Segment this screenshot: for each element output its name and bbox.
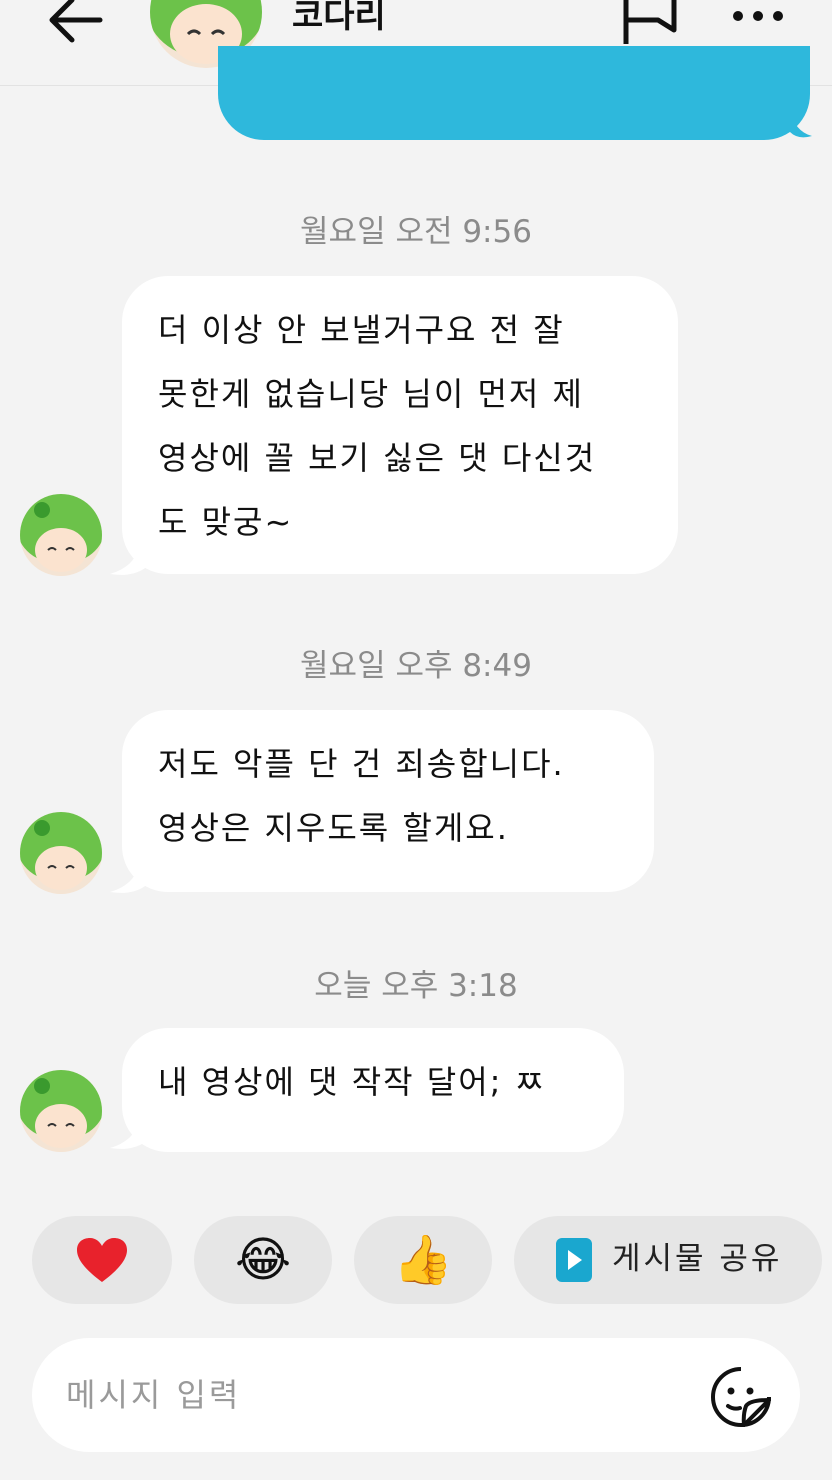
laughing-icon: 😂 <box>234 1232 292 1288</box>
arrow-left-icon[interactable] <box>40 0 110 46</box>
message-input[interactable] <box>66 1366 706 1424</box>
received-message-bubble[interactable]: 내 영상에 댓 작작 달어; ㅉ <box>122 1028 624 1152</box>
avatar[interactable] <box>20 812 102 894</box>
message-timestamp: 월요일 오후 8:49 <box>300 648 532 684</box>
thumbs-up-reaction-button[interactable]: 👍 <box>354 1216 492 1304</box>
message-timestamp: 오늘 오후 3:18 <box>314 968 518 1004</box>
heart-reaction-button[interactable] <box>32 1216 172 1304</box>
page-title[interactable]: 코다리 <box>292 0 386 38</box>
flag-icon[interactable] <box>618 0 682 46</box>
heart-icon <box>77 1238 127 1282</box>
avatar[interactable] <box>20 1070 102 1152</box>
play-icon <box>556 1238 592 1282</box>
sent-bubble-tail <box>790 112 812 138</box>
received-message-bubble[interactable]: 저도 악플 단 건 죄송합니다. 영상은 지우도록 할게요. <box>122 710 654 892</box>
thumbs-up-icon: 👍 <box>393 1232 453 1288</box>
quick-reactions: 😂 👍 게시물 공유 <box>0 1216 832 1304</box>
share-post-label: 게시물 공유 <box>612 1241 783 1277</box>
share-post-button[interactable]: 게시물 공유 <box>514 1216 822 1304</box>
laugh-reaction-button[interactable]: 😂 <box>194 1216 332 1304</box>
sent-message-bubble[interactable] <box>218 46 810 140</box>
sticker-icon[interactable] <box>710 1366 772 1428</box>
more-horizontal-icon[interactable] <box>728 0 788 36</box>
message-timestamp: 월요일 오전 9:56 <box>300 214 532 250</box>
received-message-bubble[interactable]: 더 이상 안 보낼거구요 전 잘 못한게 없습니당 님이 먼저 제 영상에 꼴 … <box>122 276 678 574</box>
avatar[interactable] <box>20 494 102 576</box>
message-composer <box>32 1338 800 1452</box>
